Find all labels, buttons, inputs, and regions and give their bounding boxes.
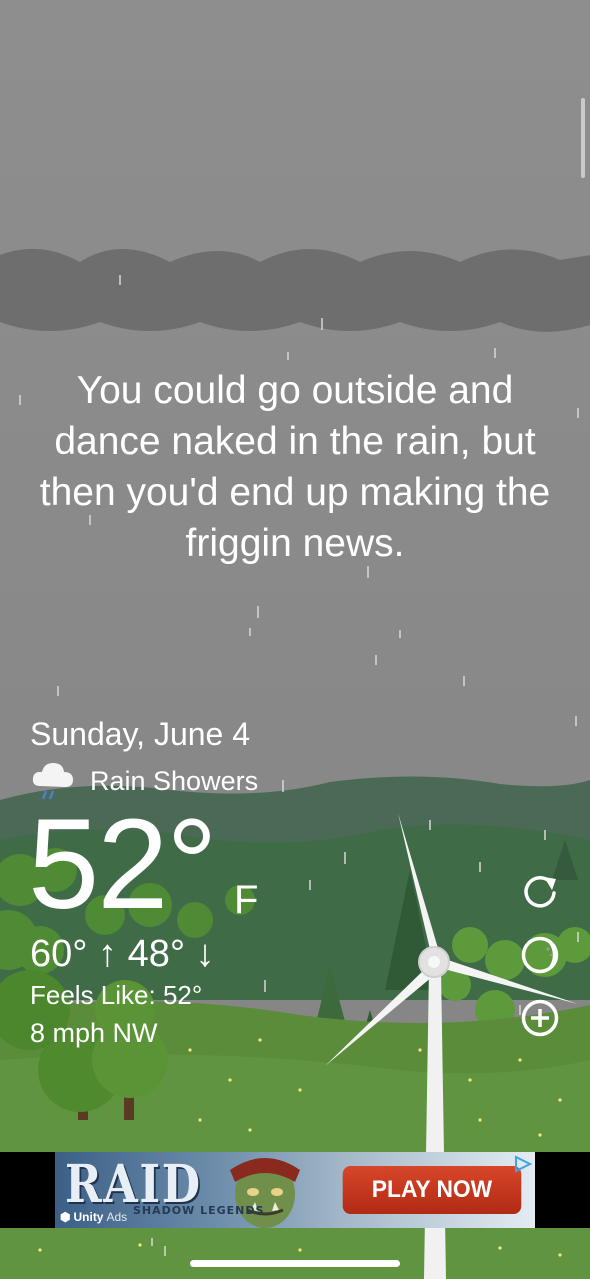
storm-cloud [0,248,590,332]
add-icon[interactable] [520,998,560,1038]
high-low-temperature: 60° ↑ 48° ↓ [30,933,215,975]
ad-creative[interactable]: RAID SHADOW LEGENDS PLAY NOW ⬢ Unity Ads [55,1152,535,1228]
play-now-button[interactable]: PLAY NOW [342,1166,522,1214]
ad-banner[interactable]: RAID SHADOW LEGENDS PLAY NOW ⬢ Unity Ads [0,1152,590,1228]
unity-logo-icon: ⬢ [60,1210,71,1224]
feels-like: Feels Like: 52° [30,980,203,1010]
home-indicator[interactable] [190,1260,400,1267]
temperature-unit[interactable]: F [234,878,258,923]
scroll-indicator[interactable] [581,98,585,178]
date-label: Sunday, June 4 [30,716,251,752]
wind-speed: 8 mph NW [30,1018,158,1048]
ad-game-subtitle: SHADOW LEGENDS [133,1204,265,1217]
unity-ads-label: ⬢ Unity Ads [60,1210,128,1224]
moon-phase-icon[interactable] [520,935,560,975]
ad-choices-icon[interactable] [513,1154,533,1174]
current-temperature: 52° [28,793,218,936]
condition-text: Rain Showers [90,765,259,796]
weather-scene [0,0,590,1279]
refresh-icon[interactable] [520,871,560,911]
weather-quote: You could go outside and dance naked in … [39,369,551,565]
